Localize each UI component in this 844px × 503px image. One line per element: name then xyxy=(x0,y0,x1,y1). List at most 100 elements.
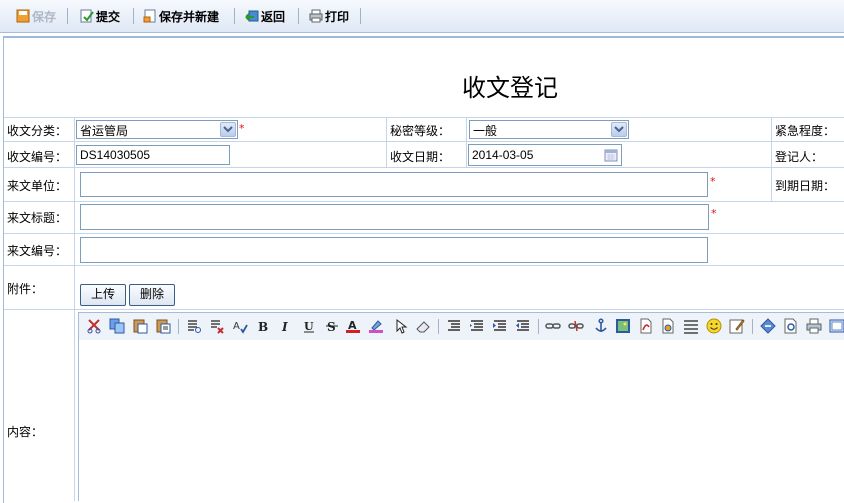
italic-icon[interactable]: I xyxy=(278,318,294,334)
fullscreen-icon[interactable] xyxy=(829,318,844,334)
column-divider xyxy=(771,117,772,201)
row-divider xyxy=(4,265,844,266)
flash-icon[interactable] xyxy=(638,318,654,334)
find-icon[interactable] xyxy=(186,318,202,334)
label-column-divider xyxy=(74,117,75,501)
outdent-icon[interactable] xyxy=(515,318,531,334)
link-icon[interactable] xyxy=(545,318,561,334)
subject-label: 来文标题： xyxy=(7,211,68,225)
smiley-icon[interactable] xyxy=(706,318,722,334)
preview-icon[interactable] xyxy=(783,318,799,334)
back-icon xyxy=(245,10,259,22)
svg-text:B: B xyxy=(258,320,268,334)
save-and-new-label: 保存并新建 xyxy=(159,9,220,24)
incoming-number-input[interactable] xyxy=(80,237,708,263)
underline-icon[interactable]: U xyxy=(301,318,317,334)
submit-button[interactable]: 提交 xyxy=(80,7,120,25)
required-mark: * xyxy=(711,207,717,220)
category-label: 收文分类： xyxy=(7,124,68,138)
subject-input[interactable] xyxy=(80,204,709,230)
doc-number-input[interactable] xyxy=(76,145,230,165)
image-icon[interactable] xyxy=(615,318,631,334)
save-and-new-button[interactable]: 保存并新建 xyxy=(143,7,219,25)
required-mark: * xyxy=(239,122,245,135)
edit-source-icon[interactable] xyxy=(729,318,745,334)
category-value: 省运管局 xyxy=(80,124,129,138)
delete-button[interactable]: 删除 xyxy=(129,284,175,306)
replace-icon[interactable] xyxy=(209,318,225,334)
attachment-label: 附件： xyxy=(7,282,44,296)
urgency-label: 紧急程度： xyxy=(775,124,836,138)
toolbar-divider xyxy=(298,8,299,24)
rich-text-editor[interactable] xyxy=(78,312,844,501)
row-divider xyxy=(4,117,844,118)
toolbar: 保存 提交 保存并新建 返回 打印 xyxy=(0,0,844,33)
copy-icon[interactable] xyxy=(109,318,125,334)
required-mark: * xyxy=(710,175,716,188)
toolbar-divider xyxy=(67,8,68,24)
column-divider xyxy=(386,117,387,167)
sender-unit-input[interactable] xyxy=(80,172,708,197)
receive-date-label: 收文日期： xyxy=(390,150,451,164)
toolbar-divider xyxy=(360,8,361,24)
save-icon xyxy=(16,9,30,23)
editor-toolbar-divider xyxy=(178,319,179,334)
paste-text-icon[interactable] xyxy=(155,318,171,334)
row-divider xyxy=(4,167,844,168)
row-divider xyxy=(4,201,844,202)
eraser-icon[interactable] xyxy=(415,318,431,334)
receive-date-input[interactable]: 2014-03-05 xyxy=(468,144,622,166)
upload-button[interactable]: 上传 xyxy=(80,284,126,306)
print-editor-icon[interactable] xyxy=(806,318,822,334)
toolbar-divider xyxy=(133,8,134,24)
unlink-icon[interactable] xyxy=(568,318,584,334)
strikethrough-icon[interactable]: S xyxy=(324,318,340,334)
save-button[interactable]: 保存 xyxy=(16,7,56,25)
registrar-label: 登记人： xyxy=(775,150,824,164)
media-icon[interactable] xyxy=(660,318,676,334)
anchor-icon[interactable] xyxy=(593,318,609,334)
row-divider xyxy=(4,233,844,234)
save-label: 保存 xyxy=(32,9,57,24)
editor-toolbar-divider xyxy=(538,319,539,334)
chevron-down-icon[interactable] xyxy=(611,122,627,137)
font-color-icon[interactable]: A xyxy=(345,318,361,334)
editor-toolbar-divider xyxy=(752,319,753,334)
svg-text:U: U xyxy=(304,320,314,333)
paste-icon[interactable] xyxy=(132,318,148,334)
print-label: 打印 xyxy=(325,9,350,24)
submit-label: 提交 xyxy=(96,9,121,24)
content-label: 内容： xyxy=(7,425,44,439)
incoming-number-label: 来文编号： xyxy=(7,244,68,258)
chevron-down-icon[interactable] xyxy=(220,122,236,137)
row-divider xyxy=(4,141,844,142)
back-label: 返回 xyxy=(261,9,286,24)
doc-number-label: 收文编号： xyxy=(7,150,68,164)
printer-icon xyxy=(309,9,323,23)
bold-icon[interactable]: B xyxy=(255,318,271,334)
table-icon[interactable] xyxy=(683,318,699,334)
secret-level-value: 一般 xyxy=(473,124,498,138)
page-title: 收文登记 xyxy=(462,74,558,102)
secret-level-label: 秘密等级： xyxy=(390,124,451,138)
submit-icon xyxy=(80,9,94,23)
new-document-icon xyxy=(143,9,156,23)
row-divider xyxy=(4,309,844,310)
bullet-list-icon[interactable] xyxy=(469,318,485,334)
print-button[interactable]: 打印 xyxy=(309,7,349,25)
category-select[interactable]: 省运管局 xyxy=(76,120,238,139)
secret-level-select[interactable]: 一般 xyxy=(469,120,629,139)
numbered-list-icon[interactable] xyxy=(446,318,462,334)
select-pointer-icon[interactable] xyxy=(393,318,409,334)
cut-icon[interactable] xyxy=(86,318,102,334)
code-icon[interactable] xyxy=(760,318,776,334)
receive-date-value: 2014-03-05 xyxy=(472,148,534,162)
calendar-icon[interactable] xyxy=(604,148,618,162)
indent-icon[interactable] xyxy=(492,318,508,334)
spellcheck-icon[interactable]: A xyxy=(232,318,248,334)
editor-toolbar-divider xyxy=(438,319,439,334)
back-button[interactable]: 返回 xyxy=(245,7,285,25)
highlight-icon[interactable] xyxy=(368,318,384,334)
svg-text:A: A xyxy=(233,321,240,332)
toolbar-divider xyxy=(234,8,235,24)
